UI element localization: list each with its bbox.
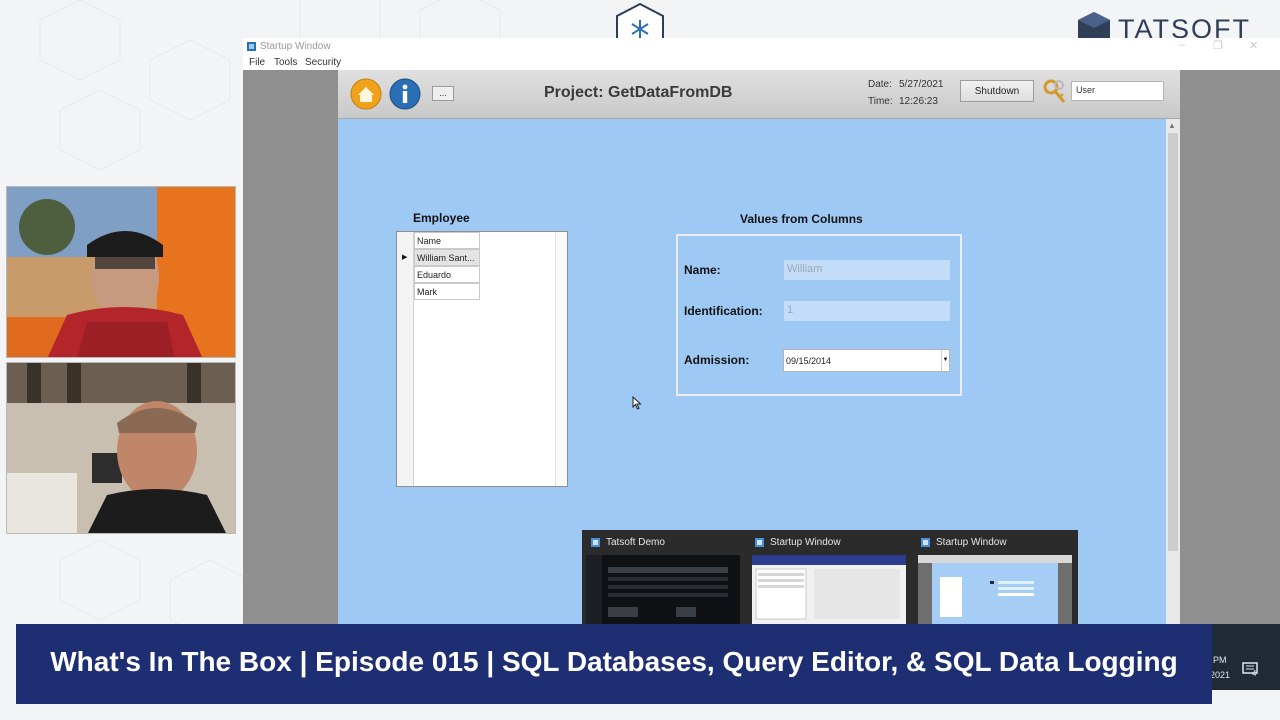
app-icon: [755, 538, 764, 547]
table-row[interactable]: Mark: [414, 283, 480, 300]
grid-scrollbar[interactable]: [555, 232, 567, 486]
taskbar-preview: Tatsoft Demo Startup Window Startup Wind…: [582, 530, 1078, 624]
time-label: Time:: [868, 96, 893, 107]
info-icon[interactable]: [389, 78, 421, 110]
time-value: 12:26:23: [899, 96, 938, 107]
menu-tools[interactable]: Tools: [274, 57, 297, 68]
table-row[interactable]: Eduardo: [414, 266, 480, 283]
employee-title: Employee: [413, 211, 470, 225]
chevron-up-icon[interactable]: ▲: [1168, 121, 1176, 130]
project-title: Project: GetDataFromDB: [544, 84, 733, 101]
preview-title-2: Startup Window: [770, 537, 841, 548]
current-row-indicator: ▶: [402, 254, 408, 261]
date-label: Date:: [868, 79, 892, 90]
canvas-scrollbar[interactable]: ▲: [1166, 119, 1180, 624]
more-button[interactable]: ...: [432, 86, 454, 101]
tatsoft-hex-logo: [616, 2, 664, 40]
close-icon[interactable]: ✕: [1249, 39, 1258, 52]
menu-security[interactable]: Security: [305, 57, 341, 68]
app-icon: [591, 538, 600, 547]
table-row[interactable]: William Sant...: [414, 249, 480, 266]
mouse-cursor-icon: [632, 396, 642, 410]
video-feed-presenter-2: [6, 362, 236, 534]
identification-label: Identification:: [684, 304, 763, 318]
scrollbar-thumb[interactable]: [1168, 133, 1178, 551]
menu-bar: File Tools Security: [243, 55, 1280, 70]
maximize-icon[interactable]: ❐: [1213, 39, 1223, 52]
episode-title: What's In The Box | Episode 015 | SQL Da…: [50, 646, 1178, 677]
keys-icon[interactable]: [1042, 78, 1068, 106]
preview-thumbnail-1[interactable]: [586, 555, 740, 624]
notification-count: 4: [1252, 669, 1257, 678]
preview-thumbnail-2[interactable]: [752, 555, 906, 624]
episode-banner: What's In The Box | Episode 015 | SQL Da…: [16, 624, 1212, 704]
tray-date: 2021: [1210, 670, 1231, 680]
preview-title-1: Tatsoft Demo: [606, 537, 665, 548]
minimize-icon[interactable]: –: [1179, 39, 1185, 51]
column-header-name[interactable]: Name: [414, 232, 480, 249]
header-toolbar: ... Project: GetDataFromDB Date: 5/27/20…: [338, 70, 1180, 119]
window-titlebar[interactable]: Startup Window – ❐ ✕: [243, 38, 1280, 55]
home-icon[interactable]: [350, 78, 382, 110]
shutdown-button[interactable]: Shutdown: [960, 80, 1034, 102]
values-panel: Name: William Identification: 1 Admissio…: [676, 234, 962, 396]
menu-file[interactable]: File: [249, 57, 265, 68]
name-label: Name:: [684, 263, 721, 277]
system-tray: PM 2021 4: [1200, 624, 1280, 690]
identification-field[interactable]: 1: [784, 301, 950, 321]
video-feed-presenter-1: [6, 186, 236, 358]
admission-label: Admission:: [684, 353, 750, 367]
employee-grid[interactable]: ▶ Name William Sant... Eduardo Mark: [396, 231, 568, 487]
preview-title-3: Startup Window: [936, 537, 1007, 548]
user-field[interactable]: User: [1071, 81, 1164, 101]
admission-date-picker[interactable]: 09/15/2014 ▼: [783, 349, 950, 372]
app-icon: [921, 538, 930, 547]
chevron-down-icon[interactable]: ▼: [941, 350, 949, 371]
tray-time: PM: [1213, 655, 1227, 665]
window-title: Startup Window: [260, 41, 331, 52]
row-selector-column[interactable]: [397, 232, 414, 486]
preview-thumbnail-3[interactable]: [918, 555, 1072, 624]
admission-date-value: 09/15/2014: [786, 356, 832, 366]
values-title: Values from Columns: [740, 212, 863, 226]
name-field[interactable]: William: [784, 260, 950, 280]
app-icon: [247, 42, 256, 51]
date-value: 5/27/2021: [899, 79, 944, 90]
